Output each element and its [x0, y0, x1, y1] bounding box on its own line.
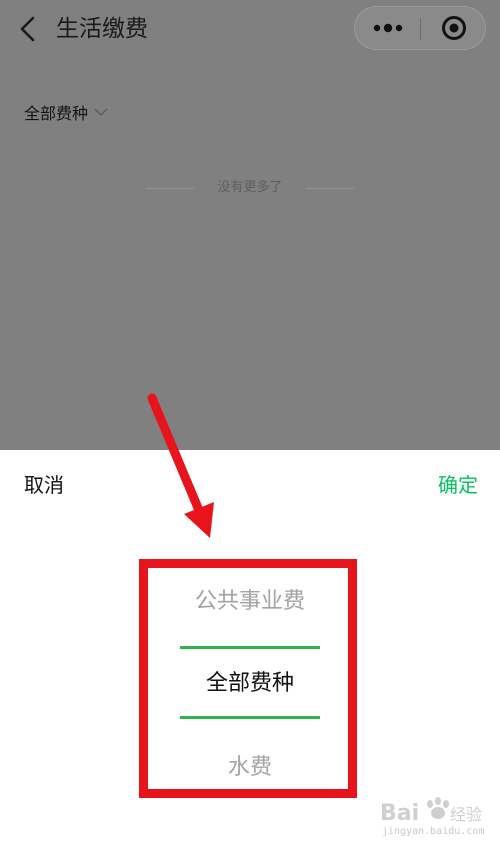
- picker-option[interactable]: 水费: [150, 750, 350, 786]
- more-dots-icon: [373, 23, 402, 33]
- nav-bar: 生活缴费: [0, 0, 500, 58]
- mini-program-capsule: [354, 6, 486, 50]
- chevron-left-icon: [20, 16, 35, 42]
- picker-option[interactable]: 公共事业费: [150, 584, 350, 620]
- close-button[interactable]: [421, 7, 486, 49]
- picker-option-selected[interactable]: 全部费种: [150, 666, 350, 702]
- fee-type-filter[interactable]: 全部费种: [24, 100, 108, 124]
- divider-right: [306, 188, 354, 189]
- target-close-icon: [441, 16, 466, 40]
- picker-column: 公共事业费 全部费种 水费: [0, 450, 500, 850]
- back-button[interactable]: [14, 14, 44, 44]
- watermark-url: jingyan.baidu.com: [382, 826, 485, 837]
- list-end-indicator: 没有更多了: [146, 178, 354, 198]
- filter-label: 全部费种: [24, 104, 89, 123]
- picker-sheet: 取消 确定 公共事业费 全部费种 水费: [0, 450, 500, 850]
- svg-text:经验: 经验: [450, 805, 482, 824]
- page-title: 生活缴费: [56, 16, 148, 42]
- selection-line-top: [180, 646, 320, 649]
- selection-line-bottom: [180, 716, 320, 719]
- more-button[interactable]: [355, 7, 420, 49]
- svg-text:Bai: Bai: [380, 801, 419, 826]
- chevron-down-icon: [94, 108, 108, 116]
- page-background: 生活缴费 全部费种 没有更多了: [0, 0, 500, 450]
